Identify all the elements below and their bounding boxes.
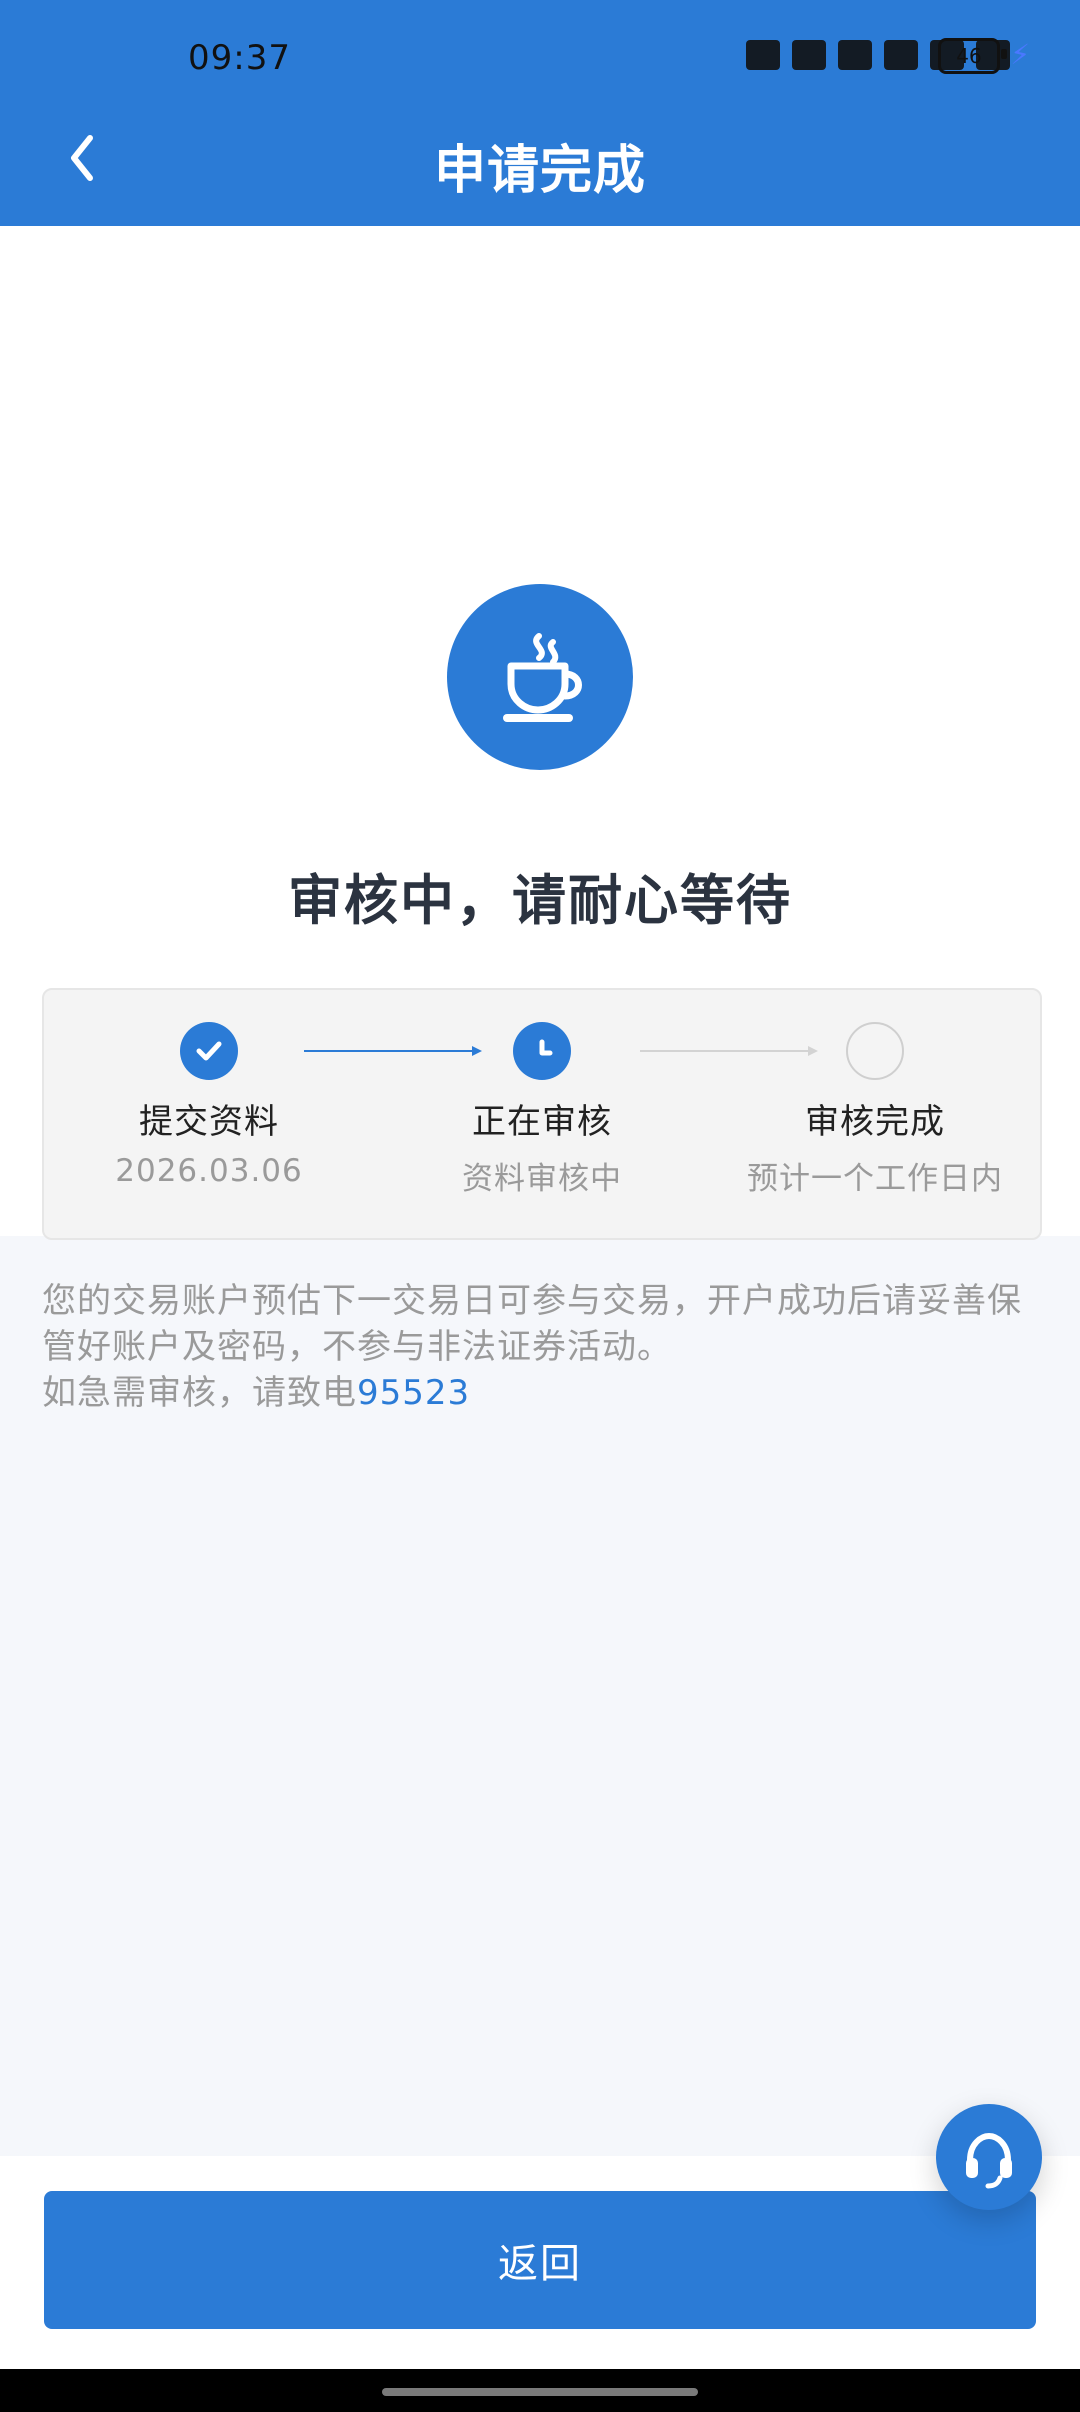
battery-indicator: 46 bbox=[938, 38, 1000, 74]
headset-icon bbox=[966, 2132, 1012, 2189]
step-label: 正在审核 bbox=[472, 1102, 612, 1142]
step-sub: 预计一个工作日内 bbox=[747, 1161, 1003, 1197]
notice-text: 您的交易账户预估下一交易日可参与交易，开户成功后请妥善保管好账户及密码，不参与非… bbox=[42, 1281, 1022, 1367]
step-current-dot bbox=[513, 1022, 571, 1080]
charging-icon: ⚡ bbox=[1010, 38, 1030, 71]
vibrate-icon bbox=[792, 40, 826, 70]
step-review-complete: 审核完成 预计一个工作日内 bbox=[710, 1022, 1040, 1198]
progress-steps: 提交资料 2026.03.06 正在审核 资料审核中 审核完成 预计一个工作日内 bbox=[42, 988, 1042, 1240]
customer-service-button[interactable] bbox=[936, 2104, 1042, 2210]
urgent-contact-line: 如急需审核，请致电95523 bbox=[42, 1370, 1038, 1416]
step-reviewing: 正在审核 资料审核中 bbox=[377, 1022, 707, 1198]
hd-icon bbox=[838, 40, 872, 70]
battery-tip bbox=[1001, 49, 1007, 59]
step-done-dot bbox=[180, 1022, 238, 1080]
urgent-contact-prefix: 如急需审核，请致电 bbox=[42, 1373, 357, 1413]
step-label: 审核完成 bbox=[805, 1102, 945, 1142]
phone-number-link[interactable]: 95523 bbox=[357, 1373, 470, 1413]
step-label: 提交资料 bbox=[139, 1102, 279, 1142]
step-pending-dot bbox=[846, 1022, 904, 1080]
nfc-icon bbox=[746, 40, 780, 70]
bottom-action-bar: 返回 bbox=[0, 2156, 1080, 2369]
coffee-cup-icon bbox=[503, 633, 582, 722]
step-sub: 资料审核中 bbox=[462, 1161, 622, 1197]
account-notice: 您的交易账户预估下一交易日可参与交易，开户成功后请妥善保管好账户及密码，不参与非… bbox=[42, 1278, 1038, 1416]
main-panel: 审核中，请耐心等待 提交资料 2026.03.06 正在审核 资料审核中 审核完… bbox=[0, 226, 1080, 1413]
clock-icon bbox=[539, 1039, 553, 1056]
gesture-handle[interactable] bbox=[382, 2388, 698, 2396]
review-status-title: 审核中，请耐心等待 bbox=[288, 869, 792, 932]
status-time: 09:37 bbox=[188, 38, 291, 78]
step-sub: 2026.03.06 bbox=[115, 1153, 303, 1189]
gesture-navigation-bar bbox=[0, 2369, 1080, 2412]
step-submit-info: 提交资料 2026.03.06 bbox=[44, 1022, 374, 1189]
page-title: 申请完成 bbox=[433, 141, 646, 201]
wifi-icon bbox=[884, 40, 918, 70]
battery-level: 46 bbox=[956, 44, 982, 68]
status-hero bbox=[447, 584, 633, 770]
top-header: 09:37 46 ⚡ 申请完成 bbox=[0, 0, 1080, 226]
return-button[interactable]: 返回 bbox=[44, 2191, 1036, 2329]
check-icon bbox=[196, 1041, 222, 1061]
